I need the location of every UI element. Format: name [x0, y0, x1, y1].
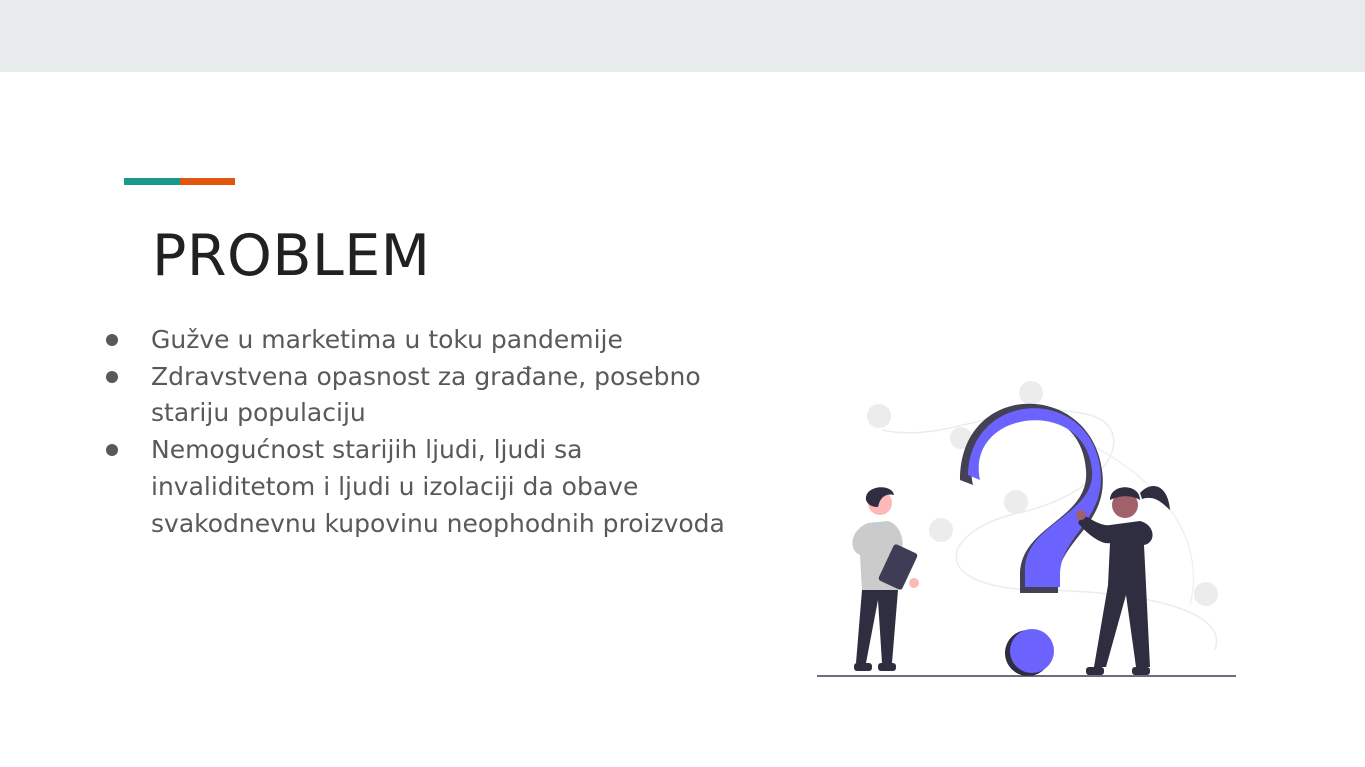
woman-hand: [1076, 510, 1086, 520]
bullet-text: Zdravstvena opasnost za građane, posebno…: [151, 361, 701, 428]
bullet-list: Gužve u marketima u toku pandemije Zdrav…: [104, 322, 744, 542]
woman-shoe: [1086, 667, 1104, 675]
question-dot-icon: [1010, 629, 1054, 673]
bullet-text: Gužve u marketima u toku pandemije: [151, 325, 623, 354]
background-circle: [929, 518, 953, 542]
title-accent-orange: [180, 178, 235, 185]
woman-legs: [1094, 585, 1150, 667]
woman-torso: [1078, 515, 1153, 585]
top-toolbar-area: [0, 0, 1365, 72]
bullet-item: Zdravstvena opasnost za građane, posebno…: [104, 359, 744, 432]
bullet-dot-icon: [106, 334, 118, 346]
man-shoe: [878, 663, 896, 671]
slide-title: PROBLEM: [152, 223, 431, 289]
man-shoe: [854, 663, 872, 671]
title-accent-teal: [124, 178, 180, 185]
background-circle: [1194, 582, 1218, 606]
background-circle: [1019, 381, 1043, 405]
bullet-dot-icon: [106, 370, 118, 383]
man-legs: [856, 590, 898, 663]
bullet-text: Nemogućnost starijih ljudi, ljudi sa inv…: [151, 435, 725, 538]
woman-shoe: [1132, 667, 1150, 675]
man-hand: [909, 578, 919, 588]
background-circle: [867, 404, 891, 428]
question-mark-people-illustration-icon: [817, 381, 1236, 677]
background-circle: [1004, 490, 1028, 514]
bullet-item: Gužve u marketima u toku pandemije: [104, 322, 744, 359]
bullet-dot-icon: [106, 444, 118, 457]
bullet-item: Nemogućnost starijih ljudi, ljudi sa inv…: [104, 432, 744, 542]
woman-ponytail: [1140, 486, 1170, 510]
